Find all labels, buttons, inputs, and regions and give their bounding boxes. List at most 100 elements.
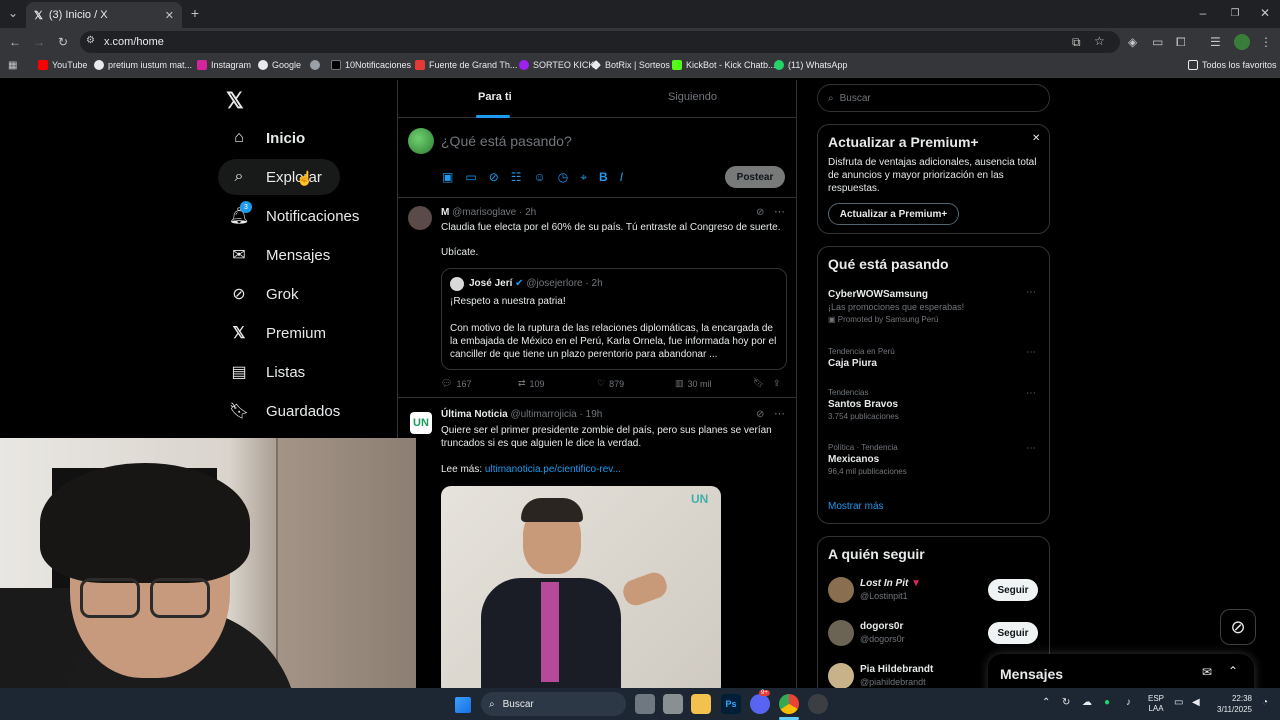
extension-icon[interactable]: ▭ (1152, 35, 1163, 49)
bookmark-globe[interactable] (310, 60, 324, 70)
taskbar-search[interactable]: ⌕ Buscar (481, 692, 626, 716)
restore-icon[interactable]: ❐ (1228, 6, 1242, 20)
language-indicator[interactable]: ESP LAA (1148, 694, 1164, 714)
share-button[interactable]: ⇪ (773, 378, 781, 389)
app-icon[interactable] (808, 694, 828, 714)
grok-explain-icon[interactable]: ⊘ (756, 409, 764, 420)
grok-explain-icon[interactable]: ⊘ (756, 207, 764, 218)
follow-button[interactable]: Seguir (988, 579, 1038, 601)
nav-grok[interactable]: ⊘ Grok (218, 276, 298, 312)
trend-item[interactable]: Política · Tendencia Mexicanos 96,4 mil … (828, 443, 907, 476)
profile-avatar[interactable] (1234, 34, 1250, 50)
browser-tab[interactable]: 𝕏 (3) Inicio / X ✕ (26, 2, 182, 28)
post-time[interactable]: · 2h (519, 207, 536, 218)
post-author-name[interactable]: Última Noticia (441, 409, 508, 420)
nav-home[interactable]: ⌂ Inicio (218, 120, 305, 156)
x-logo-icon[interactable]: 𝕏 (226, 88, 244, 114)
repost-button[interactable]: ⇄ 109 (518, 378, 545, 389)
all-bookmarks[interactable]: Todos los favoritos (1188, 60, 1277, 70)
post-author-handle[interactable]: @marisoglave (452, 207, 516, 218)
views-button[interactable]: ▥ 30 mil (675, 378, 712, 389)
menu-kebab-icon[interactable]: ⋮ (1260, 35, 1272, 49)
bookmark-whatsapp[interactable]: (11) WhatsApp (774, 60, 847, 70)
grok-floating-button[interactable]: ⊘ (1220, 609, 1256, 645)
nav-explore[interactable]: ⌕ Explorar (218, 159, 340, 195)
bookmark-sorteo-kick[interactable]: SORTEO KICK (519, 60, 594, 70)
post[interactable]: UN Última Noticia @ultimarrojicia · 19h … (398, 398, 796, 688)
cloud-icon[interactable]: ☁ (1082, 697, 1092, 708)
compose-input[interactable]: ¿Qué está pasando? (441, 133, 572, 149)
back-icon[interactable]: ← (8, 35, 22, 49)
close-window-icon[interactable]: ✕ (1258, 6, 1272, 20)
whatsapp-tray-icon[interactable]: ● (1104, 697, 1110, 708)
image-icon[interactable]: ▣ (442, 170, 453, 185)
reading-list-icon[interactable]: ☰ (1210, 35, 1221, 49)
italic-icon[interactable]: I (620, 170, 623, 185)
reload-icon[interactable]: ↻ (56, 35, 70, 49)
close-icon[interactable]: ✕ (1032, 133, 1040, 144)
display-icon[interactable]: ▭ (1174, 697, 1183, 708)
discord-icon[interactable]: 9+ (750, 690, 770, 714)
schedule-icon[interactable]: ◷ (558, 170, 568, 185)
mic-icon[interactable]: ♪ (1126, 697, 1131, 708)
address-bar[interactable]: ⚙ x.com/home ⧉ ☆ (80, 31, 1120, 53)
close-tab-icon[interactable]: ✕ (165, 9, 174, 22)
user-avatar[interactable] (408, 128, 434, 154)
new-tab-icon[interactable]: + (188, 5, 202, 21)
notification-bell-icon[interactable]: ◔ (1262, 697, 1268, 708)
more-options-icon[interactable]: ⋯ (1026, 347, 1036, 358)
extension-icon[interactable]: ◈ (1128, 35, 1137, 49)
trend-item[interactable]: CyberWOWSamsung ¡Las promociones que esp… (828, 289, 1040, 324)
post-author-name[interactable]: M (441, 207, 449, 218)
collapse-icon[interactable]: ⌃ (1228, 664, 1238, 678)
post[interactable]: M @marisoglave · 2h ⊘ ⋯ Claudia fue elec… (398, 198, 796, 398)
chevron-up-icon[interactable]: ⌃ (1042, 697, 1050, 708)
upgrade-premium-button[interactable]: Actualizar a Premium+ (828, 203, 959, 225)
post-author-avatar[interactable] (408, 206, 432, 230)
app-icon[interactable] (663, 694, 683, 714)
reply-button[interactable]: 💬︎ 167 (441, 378, 471, 389)
bold-icon[interactable]: B (599, 170, 608, 185)
nav-notifications[interactable]: 🔔︎ 3 Notificaciones (218, 198, 359, 234)
post-image[interactable]: UN (441, 486, 721, 688)
follow-button[interactable]: Seguir (988, 622, 1038, 644)
search-field[interactable]: ⌕ Buscar (817, 84, 1050, 112)
bookmark-kickbot[interactable]: KickBot - Kick Chatb... (672, 60, 776, 70)
trend-item[interactable]: Tendencia en Perú Caja Piura (828, 347, 895, 369)
bookmark-botrix[interactable]: BotRix | Sorteos (591, 60, 670, 70)
post-author-handle[interactable]: @ultimarrojicia (510, 409, 576, 420)
more-options-icon[interactable]: ⋯ (774, 205, 785, 218)
bookmark-10notificaciones[interactable]: 10Notificaciones (331, 60, 411, 70)
post-time[interactable]: · 19h (580, 409, 603, 420)
tab-following[interactable]: Siguiendo (668, 91, 717, 103)
bookmark-grand-theft[interactable]: Fuente de Grand Th... (415, 60, 517, 70)
apps-grid-icon[interactable]: ▦ (8, 60, 17, 71)
photoshop-icon[interactable]: Ps (721, 694, 741, 714)
file-explorer-icon[interactable] (691, 694, 711, 714)
bookmark-youtube[interactable]: YouTube (38, 60, 87, 70)
bookmark-google[interactable]: Google (258, 60, 301, 70)
like-button[interactable]: ♡ 879 (597, 378, 624, 389)
grok-icon[interactable]: ⊘ (489, 170, 499, 185)
bookmark-button[interactable]: 🔖︎ (753, 378, 764, 389)
site-info-icon[interactable]: ⚙ (86, 35, 95, 46)
poll-icon[interactable]: ☷ (511, 170, 522, 185)
extensions-puzzle-icon[interactable]: ⧠ (1176, 35, 1186, 50)
nav-premium[interactable]: 𝕏 Premium (218, 315, 326, 351)
nav-lists[interactable]: ▤ Listas (218, 354, 305, 390)
location-icon[interactable]: ⌖ (580, 170, 587, 185)
nav-bookmarks[interactable]: 🔖︎ Guardados (218, 393, 340, 429)
tab-for-you[interactable]: Para ti (478, 91, 512, 103)
bookmark-star-icon[interactable]: ☆ (1094, 34, 1105, 48)
quote-post[interactable]: José Jerí ✔ @josejerlore · 2h ¡Respeto a… (441, 268, 787, 370)
windows-start-icon[interactable] (455, 697, 471, 713)
gif-icon[interactable]: ▭ (465, 170, 476, 185)
messages-drawer[interactable]: Mensajes ✉ ⌃ (988, 654, 1254, 688)
forward-icon[interactable]: → (32, 35, 46, 49)
bookmark-instagram[interactable]: Instagram (197, 60, 251, 70)
post-link[interactable]: ultimanoticia.pe/cientifico-rev... (485, 464, 621, 475)
new-message-icon[interactable]: ✉ (1202, 665, 1212, 679)
emoji-icon[interactable]: ☺ (534, 170, 546, 185)
more-options-icon[interactable]: ⋯ (1026, 388, 1036, 399)
clock[interactable]: 22:38 3/11/2025 (1212, 693, 1252, 715)
